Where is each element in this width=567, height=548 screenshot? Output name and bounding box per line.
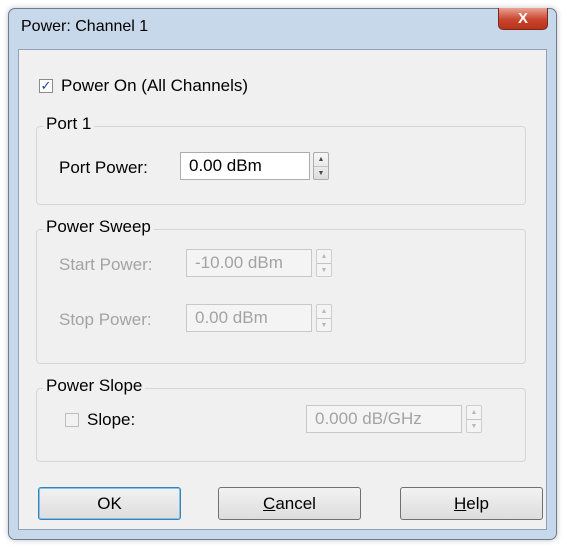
port-power-label: Port Power:	[59, 158, 148, 177]
stop-power-input[interactable]: 0.00 dBm	[186, 304, 312, 332]
port-power-spinner[interactable]: ▲ ▼	[313, 152, 329, 180]
help-mnemonic: H	[454, 494, 467, 513]
stop-power-spinner[interactable]: ▲ ▼	[316, 304, 332, 332]
stop-power-label: Stop Power:	[59, 310, 152, 329]
dialog-client-area: ✓ Power On (All Channels) Port 1 Port Po…	[18, 49, 547, 530]
port1-group-title: Port 1	[43, 114, 95, 134]
spin-down-icon[interactable]: ▼	[467, 420, 481, 433]
start-power-spinner[interactable]: ▲ ▼	[316, 249, 332, 277]
spin-up-icon[interactable]: ▲	[467, 406, 481, 420]
spin-down-icon[interactable]: ▼	[317, 264, 331, 277]
spin-down-icon[interactable]: ▼	[317, 319, 331, 332]
help-button[interactable]: Help	[400, 487, 543, 520]
spin-up-icon[interactable]: ▲	[317, 250, 331, 264]
cancel-label-rest: ancel	[275, 494, 316, 513]
window-title: Power: Channel 1	[21, 18, 149, 35]
close-icon: X	[517, 10, 528, 27]
start-power-input[interactable]: -10.00 dBm	[186, 249, 312, 277]
slope-label[interactable]: Slope:	[87, 410, 135, 430]
port-power-input[interactable]: 0.00 dBm	[180, 152, 310, 180]
dialog-window: Power: Channel 1 X ✓ Power On (All Chann…	[8, 8, 557, 540]
spin-down-icon[interactable]: ▼	[314, 167, 328, 180]
slope-input[interactable]: 0.000 dB/GHz	[306, 405, 462, 433]
slope-spinner[interactable]: ▲ ▼	[466, 405, 482, 433]
power-on-label[interactable]: Power On (All Channels)	[61, 76, 248, 96]
check-icon: ✓	[40, 78, 52, 93]
power-slope-group-title: Power Slope	[43, 376, 146, 396]
cancel-button[interactable]: Cancel	[218, 487, 361, 520]
cancel-mnemonic: C	[263, 494, 276, 513]
spin-up-icon[interactable]: ▲	[317, 305, 331, 319]
power-sweep-group-title: Power Sweep	[43, 217, 154, 237]
close-button[interactable]: X	[498, 8, 548, 30]
slope-checkbox[interactable]	[65, 413, 79, 427]
help-label-rest: elp	[466, 494, 489, 513]
spin-up-icon[interactable]: ▲	[314, 153, 328, 167]
start-power-label: Start Power:	[59, 255, 153, 274]
ok-button[interactable]: OK	[38, 487, 181, 520]
power-on-checkbox[interactable]: ✓	[39, 79, 53, 93]
